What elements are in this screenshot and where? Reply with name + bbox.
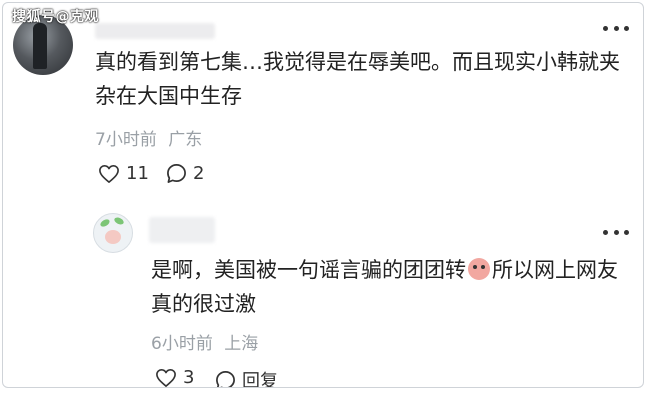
comment-location: 广东 <box>168 130 203 150</box>
reply-button[interactable]: 回复 <box>215 367 278 388</box>
reply-username-blurred[interactable] <box>149 217 215 243</box>
reply-count-button[interactable]: 2 <box>166 163 204 184</box>
watermark: 搜狐号@克观 <box>12 9 99 25</box>
reply-count: 2 <box>193 163 205 184</box>
comment-bubble-icon <box>216 370 235 387</box>
like-button[interactable]: 11 <box>98 163 149 184</box>
crying-laughing-face-icon <box>468 258 490 280</box>
reply-label: 回复 <box>242 371 278 388</box>
comment-bubble-icon <box>167 164 186 183</box>
reply-like-button[interactable]: 3 <box>155 367 195 388</box>
reply-avatar[interactable] <box>93 213 133 253</box>
reply-text: 是啊，美国被一句谣言骗的团团转 所以网上网友真的很过激 <box>151 253 631 321</box>
username-blurred[interactable] <box>95 23 215 39</box>
heart-icon <box>99 164 119 183</box>
comment-text: 真的看到第七集…我觉得是在辱美吧。而且现实小韩就夹杂在大国中生存 <box>95 50 620 108</box>
reply-meta: 6小时前 上海 <box>151 329 258 354</box>
reply-like-count: 3 <box>183 367 195 388</box>
more-options-icon[interactable] <box>603 23 629 33</box>
comment-time: 7小时前 <box>95 130 157 150</box>
like-count: 11 <box>126 163 149 184</box>
reply-text-part1: 是啊，美国被一句谣言骗的团团转 <box>151 258 466 282</box>
comment-card: 真的看到第七集…我觉得是在辱美吧。而且现实小韩就夹杂在大国中生存 7小时前 广东… <box>2 2 644 388</box>
reply-more-options-icon[interactable] <box>603 227 629 237</box>
reply-location: 上海 <box>224 334 259 354</box>
comment-meta: 7小时前 广东 <box>95 125 202 150</box>
heart-icon <box>156 368 176 387</box>
reply-time: 6小时前 <box>151 334 213 354</box>
